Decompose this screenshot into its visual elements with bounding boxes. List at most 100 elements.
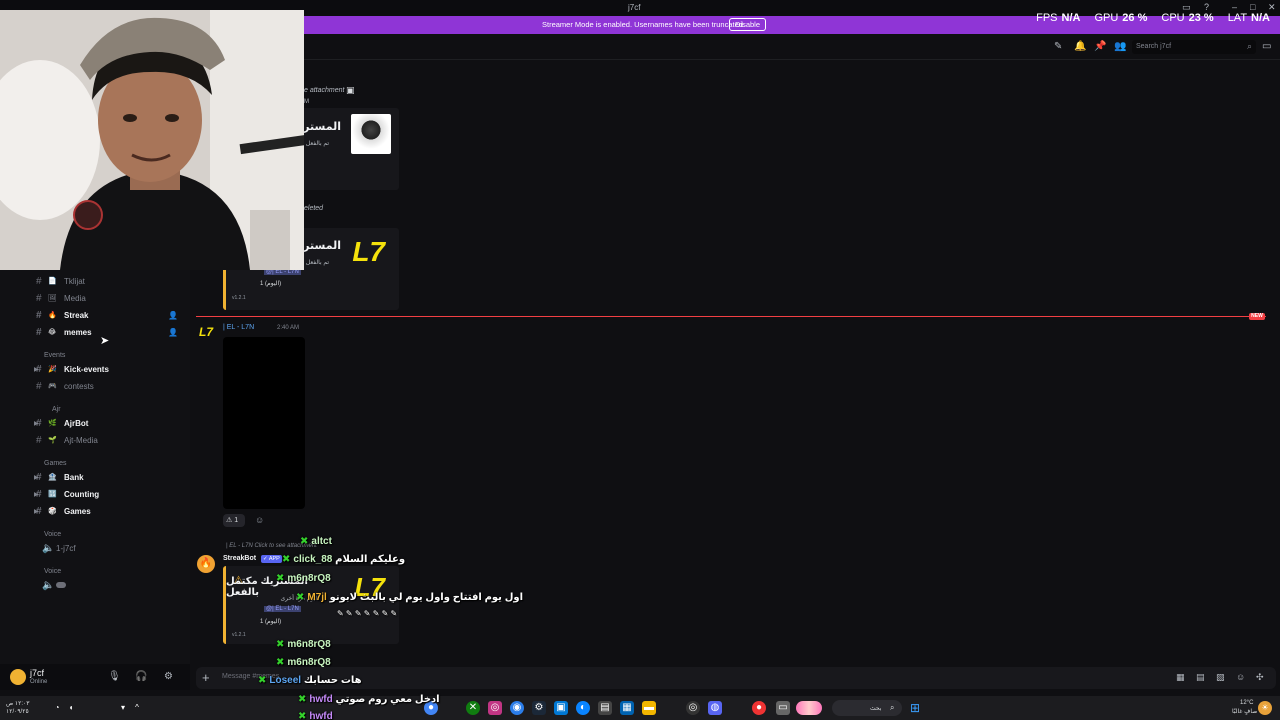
weather-text[interactable]: صافٍ غالبًا: [1232, 708, 1257, 715]
video-attachment[interactable]: [223, 337, 305, 509]
minimize-button[interactable]: –: [1232, 2, 1237, 12]
file-explorer-icon[interactable]: ▬: [642, 701, 656, 715]
author-name[interactable]: | EL - L7N: [223, 324, 254, 331]
channel-emoji: 📄: [48, 278, 57, 285]
recording-icon[interactable]: ●: [752, 701, 766, 715]
gif-icon[interactable]: ▤: [1196, 672, 1205, 683]
channel-streak[interactable]: # 🔥 Streak 👤: [36, 307, 186, 323]
kick-badge-icon: ✖: [282, 554, 291, 565]
bot-avatar[interactable]: 🔥: [197, 555, 215, 573]
sticker-icon[interactable]: ▧: [1216, 672, 1225, 683]
category-ajr[interactable]: Ajr: [52, 406, 61, 413]
store-icon[interactable]: ▣: [554, 701, 568, 715]
chat-line: ✖ M7jl اول يوم افتتاح واول يوم لي بالبث ل…: [296, 592, 524, 603]
channel-media[interactable]: # 🖼 Media: [36, 290, 186, 306]
clock-time[interactable]: ١٢:٠٣ ص: [6, 700, 29, 707]
avatar[interactable]: [10, 669, 26, 685]
user-panel: j7cf Online 🎙 🎧 ⚙: [0, 664, 190, 690]
headphones-icon[interactable]: 🎧: [135, 671, 147, 682]
streak-day: 1 (اليوم): [260, 281, 282, 287]
wifi-icon[interactable]: ◔: [50, 701, 64, 715]
channel-name: AjrBot: [64, 418, 89, 428]
apps-icon[interactable]: ✣: [1256, 672, 1264, 683]
microphone-icon[interactable]: 🎙: [108, 671, 121, 682]
microphone-icon[interactable]: ▾: [116, 701, 130, 715]
channel-tklijat[interactable]: # 📄 Tklijat: [36, 273, 186, 289]
fps-stat: FPS N/A: [1036, 12, 1081, 24]
weather-icon[interactable]: ☀: [1258, 701, 1272, 715]
calendar-icon[interactable]: ▤: [598, 701, 612, 715]
discord-icon[interactable]: ◍: [708, 701, 722, 715]
search-input[interactable]: Search j7cf ⌕: [1132, 40, 1256, 54]
bell-icon[interactable]: 🔔: [1074, 41, 1086, 52]
gear-icon[interactable]: ⚙: [164, 671, 173, 682]
windows-start-icon[interactable]: ⊞: [908, 701, 922, 715]
xbox-icon[interactable]: ✕: [466, 701, 480, 715]
widget-icon[interactable]: [796, 701, 822, 715]
author-avatar[interactable]: L7: [199, 325, 213, 339]
threads-icon[interactable]: ✎: [1054, 41, 1062, 52]
channel-ajt-media[interactable]: # 🌱 Ajt-Media: [36, 432, 186, 448]
obs-icon[interactable]: ◎: [686, 701, 700, 715]
embed-thumbnail[interactable]: [351, 114, 391, 154]
channel-name: Ajt-Media: [64, 435, 98, 445]
channel-emoji: 🌿: [48, 420, 57, 427]
hash-icon: #: [36, 380, 42, 392]
channel-games[interactable]: ▶ # 🎲 Games: [34, 503, 186, 519]
invite-member-icon[interactable]: 👤: [168, 311, 178, 320]
edge-icon[interactable]: ◐: [576, 701, 590, 715]
help-icon[interactable]: ?: [1204, 2, 1209, 12]
tray-chevron-icon[interactable]: ^: [130, 701, 144, 715]
hash-icon: #: [36, 326, 42, 338]
voice-channel-1-j7cf[interactable]: 🔈 1-j7cf: [42, 540, 192, 556]
window-icon[interactable]: ▭: [776, 701, 790, 715]
kick-badge-icon: ✖: [296, 592, 305, 603]
gift-icon[interactable]: ▦: [1176, 672, 1185, 683]
volume-icon[interactable]: ◖: [64, 701, 78, 715]
invite-member-icon[interactable]: 👤: [168, 328, 178, 337]
instagram-icon[interactable]: ◎: [488, 701, 502, 715]
channel-bank[interactable]: ▶ # 🏦 Bank: [34, 469, 186, 485]
streamer-webcam-image: [0, 10, 304, 270]
channel-ajrbot[interactable]: ▶ # 🌿 AjrBot: [34, 415, 186, 431]
attachment-link[interactable]: e attachment: [304, 87, 344, 94]
disable-streamer-mode-button[interactable]: Disable: [729, 18, 767, 31]
clock-date[interactable]: ١٢/٠٩/٢٥: [6, 708, 29, 715]
reaction-warning[interactable]: ⚠ 1: [223, 514, 245, 527]
new-badge: NEW: [1249, 313, 1265, 320]
voice-channel-hidden[interactable]: 🔈: [42, 577, 192, 593]
browser-icon[interactable]: ◉: [510, 701, 524, 715]
bot-name[interactable]: StreakBot: [223, 555, 256, 562]
add-reaction-icon[interactable]: ☺: [255, 515, 264, 525]
photos-icon[interactable]: ▦: [620, 701, 634, 715]
category-voice-2[interactable]: Voice: [44, 568, 61, 575]
embed-version: v1.2.1: [232, 632, 246, 638]
channel-contests[interactable]: # 🎮 contests: [36, 378, 186, 394]
taskbar-search[interactable]: بحث ⌕: [832, 700, 902, 716]
channel-name: Bank: [64, 472, 84, 482]
channel-emoji: 🖼: [48, 295, 57, 302]
emoji-icon[interactable]: ☺: [1236, 672, 1245, 682]
category-events[interactable]: Events: [44, 352, 65, 359]
l7-logo-icon: L7: [352, 236, 385, 267]
channel-name: Games: [64, 506, 91, 516]
channel-counting[interactable]: ▶ # 🔢 Counting: [34, 486, 186, 502]
channel-emoji: 🎮: [48, 383, 57, 390]
steam-icon[interactable]: ⚙: [532, 701, 546, 715]
channel-kick-events[interactable]: ▶ # 🎉 Kick-events: [34, 361, 186, 377]
weather-temp[interactable]: 12°C: [1240, 700, 1253, 706]
kick-badge-icon: ✖: [276, 573, 285, 584]
category-games[interactable]: Games: [44, 460, 67, 467]
inbox-icon[interactable]: ▭: [1262, 41, 1271, 52]
category-voice[interactable]: Voice: [44, 531, 61, 538]
channel-emoji: 🔢: [48, 491, 57, 498]
kick-badge-icon: ✖: [258, 675, 267, 686]
user-mention[interactable]: @| EL - L7N: [264, 606, 301, 612]
maximize-button[interactable]: □: [1250, 2, 1255, 12]
member-list-icon[interactable]: 👥: [1114, 41, 1126, 52]
chevron-right-icon: ▶: [34, 508, 39, 515]
username: j7cf: [30, 668, 45, 678]
pin-icon[interactable]: 📌: [1094, 41, 1106, 52]
add-attachment-icon[interactable]: +: [202, 670, 210, 685]
channel-memes[interactable]: # 😂 memes 👤: [36, 324, 186, 340]
